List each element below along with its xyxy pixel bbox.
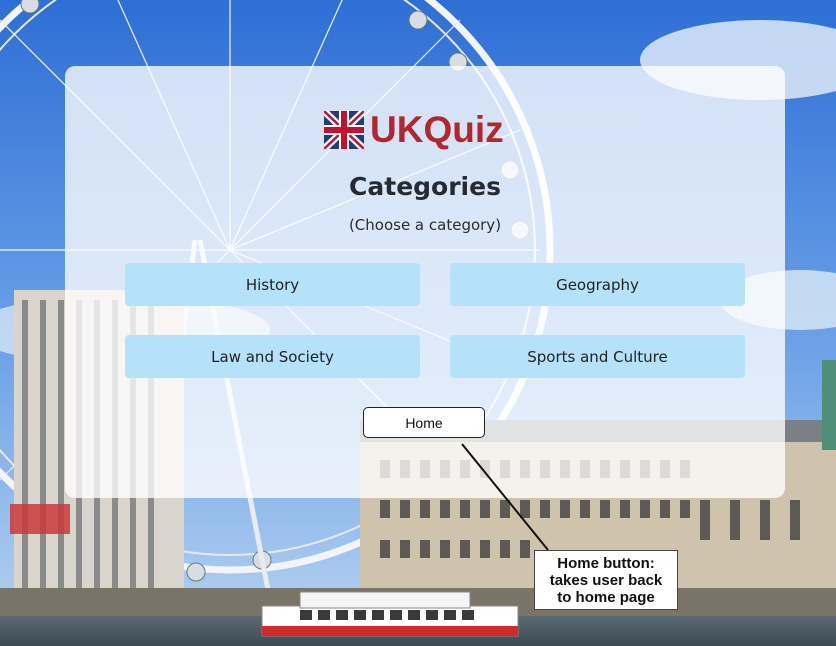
category-geography-button[interactable]: Geography [450,263,745,306]
annotation-line: to home page [557,588,655,606]
page-title: Categories [349,172,501,201]
app-logo[interactable]: UKQuiz [324,110,504,150]
category-law-and-society-button[interactable]: Law and Society [125,335,420,378]
page-subtitle: (Choose a category) [348,216,502,234]
home-button[interactable]: Home [363,407,485,438]
category-sports-and-culture-button[interactable]: Sports and Culture [450,335,745,378]
annotation-callout: Home button: takes user back to home pag… [534,550,678,610]
annotation-line: takes user back [549,571,663,589]
category-history-button[interactable]: History [125,263,420,306]
categories-card: UKQuiz Categories (Choose a category) Hi… [65,66,785,498]
logo-text: UKQuiz [370,109,504,150]
annotation-line: Home button: [557,554,655,572]
union-jack-flag-icon [324,111,364,149]
